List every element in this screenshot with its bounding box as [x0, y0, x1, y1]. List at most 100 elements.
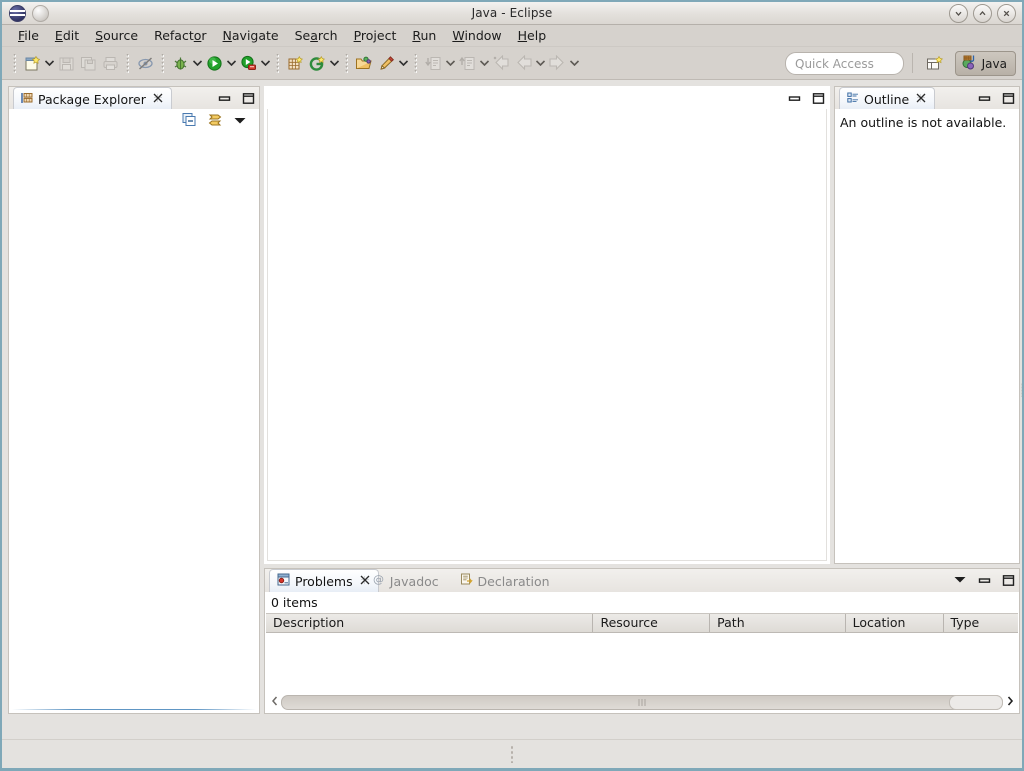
back-arrow-icon[interactable]	[512, 52, 534, 74]
forward-dropdown[interactable]	[568, 52, 580, 74]
javadoc-icon: @	[372, 573, 385, 589]
maximize-icon[interactable]	[812, 92, 825, 105]
tab-problems[interactable]: Problems	[269, 569, 379, 592]
open-perspective-button[interactable]	[924, 52, 946, 74]
panel-accent-line	[12, 709, 256, 710]
run-dropdown[interactable]	[225, 52, 237, 74]
column-header-path[interactable]: Path	[709, 614, 844, 632]
new-wizard-dropdown[interactable]	[43, 52, 55, 74]
menu-navigate[interactable]: Navigate	[215, 26, 287, 45]
title-bar-icons	[2, 4, 49, 22]
window-menu-icon[interactable]	[32, 4, 49, 22]
debug-bug-icon[interactable]	[169, 52, 191, 74]
minimize-icon[interactable]	[218, 92, 231, 105]
tab-declaration[interactable]: Declaration	[452, 569, 559, 592]
package-explorer-toolbar	[9, 109, 259, 133]
minimize-button[interactable]	[949, 4, 968, 23]
mark-occurrences-icon[interactable]	[134, 52, 156, 74]
view-menu-icon[interactable]	[233, 114, 247, 128]
run-play-icon[interactable]	[203, 52, 225, 74]
menu-search[interactable]: Search	[287, 26, 346, 45]
external-tools-icon[interactable]	[237, 52, 259, 74]
back-dropdown[interactable]	[534, 52, 546, 74]
editor-area-header	[265, 87, 829, 109]
outline-content: An outline is not available.	[836, 109, 1018, 562]
close-icon[interactable]	[916, 93, 926, 106]
minimize-icon[interactable]	[978, 574, 991, 587]
next-annotation-icon[interactable]	[422, 52, 444, 74]
column-header-resource[interactable]: Resource	[592, 614, 709, 632]
open-type-icon[interactable]	[353, 52, 375, 74]
maximize-icon[interactable]	[242, 92, 255, 105]
scrollbar-thumb-end[interactable]	[949, 695, 1003, 710]
print-button[interactable]	[99, 52, 121, 74]
menu-edit[interactable]: Edit	[47, 26, 87, 45]
collapse-all-icon[interactable]	[182, 112, 197, 130]
menu-window[interactable]: Window	[444, 26, 509, 45]
last-edit-location-icon[interactable]	[490, 52, 512, 74]
toolbar-grip[interactable]	[161, 53, 164, 73]
toolbar-grip[interactable]	[276, 53, 279, 73]
problems-column-header: Description Resource Path Location Type	[266, 613, 1018, 633]
maximize-icon[interactable]	[1002, 574, 1015, 587]
new-wizard-button[interactable]	[21, 52, 43, 74]
main-toolbar: Quick Access Java	[2, 47, 1022, 80]
problems-header-buttons	[953, 569, 1015, 591]
problems-content: 0 items Description Resource Path Location T…	[266, 592, 1018, 712]
toolbar-grip[interactable]	[414, 53, 417, 73]
save-all-button[interactable]	[77, 52, 99, 74]
tab-package-explorer[interactable]: Package Explorer	[13, 87, 172, 110]
perspective-java-button[interactable]: Java	[954, 51, 1016, 76]
link-with-editor-icon[interactable]	[207, 112, 223, 130]
new-package-icon[interactable]	[284, 52, 306, 74]
maximize-icon[interactable]	[1002, 92, 1015, 105]
next-annotation-dropdown[interactable]	[444, 52, 456, 74]
tab-javadoc[interactable]: @ Javadoc	[364, 569, 448, 592]
menu-refactor[interactable]: Refactor	[146, 26, 214, 45]
column-header-type[interactable]: Type	[942, 614, 1018, 632]
quick-access-input[interactable]: Quick Access	[785, 52, 904, 75]
status-bar-grip[interactable]	[510, 745, 514, 763]
scroll-right-icon[interactable]	[1003, 696, 1016, 709]
forward-arrow-icon[interactable]	[546, 52, 568, 74]
close-button[interactable]	[997, 4, 1016, 23]
search-pencil-icon[interactable]	[375, 52, 397, 74]
menu-help[interactable]: Help	[510, 26, 555, 45]
external-tools-dropdown[interactable]	[259, 52, 271, 74]
menu-run[interactable]: Run	[404, 26, 444, 45]
toolbar-grip[interactable]	[126, 53, 129, 73]
editor-canvas[interactable]	[267, 109, 827, 561]
problems-table[interactable]	[266, 633, 1018, 699]
save-button[interactable]	[55, 52, 77, 74]
problems-view: Problems @ Javadoc Declaration 0 items Desc…	[264, 568, 1020, 714]
problems-horizontal-scrollbar[interactable]	[268, 695, 1016, 710]
menu-source[interactable]: Source	[87, 26, 146, 45]
tab-label: Package Explorer	[38, 91, 146, 107]
maximize-button[interactable]	[973, 4, 992, 23]
application-icon	[9, 4, 26, 22]
column-header-description[interactable]: Description	[266, 614, 592, 632]
toolbar-separator	[912, 53, 913, 73]
toolbar-grip[interactable]	[345, 53, 348, 73]
column-header-location[interactable]: Location	[844, 614, 943, 632]
scrollbar-track[interactable]	[281, 695, 1003, 710]
scroll-left-icon[interactable]	[268, 696, 281, 709]
title-bar: Java - Eclipse	[2, 2, 1022, 25]
close-icon[interactable]	[153, 93, 163, 106]
package-explorer-tree[interactable]	[10, 133, 258, 710]
restore-icon[interactable]	[788, 92, 801, 105]
previous-annotation-icon[interactable]	[456, 52, 478, 74]
menu-project[interactable]: Project	[346, 26, 405, 45]
tab-outline[interactable]: Outline	[839, 87, 936, 110]
problems-icon	[277, 573, 290, 589]
toolbar-grip[interactable]	[13, 53, 16, 73]
menu-file[interactable]: File	[10, 26, 47, 45]
new-class-dropdown[interactable]	[328, 52, 340, 74]
previous-annotation-dropdown[interactable]	[478, 52, 490, 74]
view-menu-icon[interactable]	[953, 573, 967, 587]
minimize-icon[interactable]	[978, 92, 991, 105]
debug-dropdown[interactable]	[191, 52, 203, 74]
outline-message: An outline is not available.	[840, 115, 1007, 130]
new-class-icon[interactable]	[306, 52, 328, 74]
search-dropdown[interactable]	[397, 52, 409, 74]
